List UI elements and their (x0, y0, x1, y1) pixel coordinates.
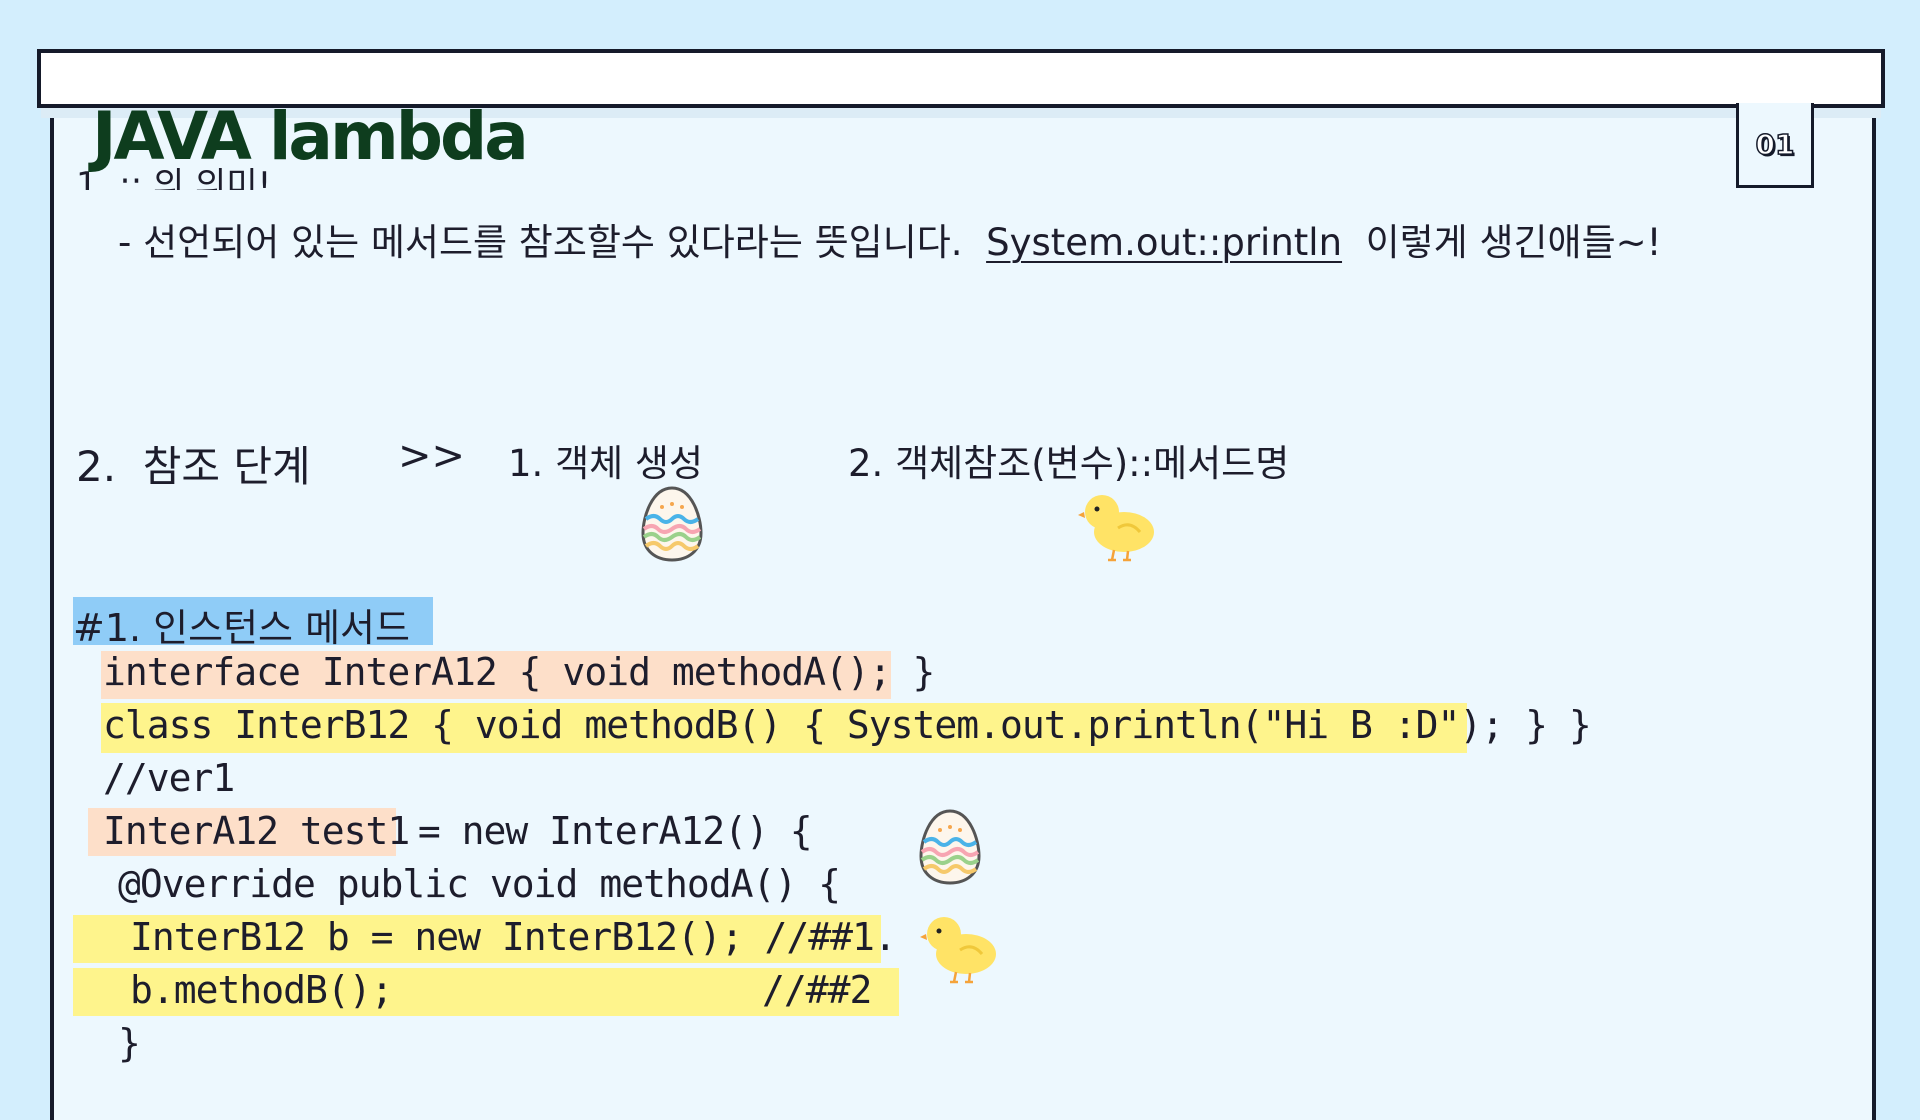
code-line-declaration: InterA12 test1 (103, 809, 410, 853)
easter-egg-icon (919, 809, 981, 885)
steps-arrow: >> (398, 433, 466, 479)
code-line-8: b.methodB(); (130, 968, 394, 1012)
definition-line: - 선언되어 있는 메서드를 참조할수 있다라는 뜻입니다. System.ou… (118, 212, 1661, 266)
code-line-comment: //ver1 (103, 756, 235, 800)
code-line-override: @Override public void methodA() { (118, 862, 841, 906)
step1-text: 1. 객체 생성 (508, 442, 703, 485)
code-line-class: class InterB12 { void methodB() { System… (103, 703, 1592, 747)
code-block-heading: #1. 인스턴스 메서드 (73, 606, 410, 650)
easter-egg-icon (641, 486, 703, 562)
code-line-7: InterB12 b = new InterB12(); //##1. (130, 915, 897, 959)
method-reference-example: System.out::println (986, 221, 1343, 264)
code-line-close-brace: } (118, 1021, 141, 1065)
section2-heading: 2. 참조 단계 (76, 442, 311, 491)
page-number-badge: 01 (1736, 103, 1814, 188)
chick-icon (920, 917, 996, 984)
code-line-8-comment: //##2 (762, 968, 872, 1012)
code-line-interface: interface InterA12 { void methodA(); } (103, 650, 935, 694)
page-title: JAVA lambda (92, 98, 529, 175)
definition-suffix: 이렇게 생긴애들~! (1365, 221, 1662, 264)
code-line-instantiation: = new InterA12() { (396, 809, 813, 853)
step2-text: 2. 객체참조(변수)::메서드명 (848, 442, 1290, 485)
definition-text: - 선언되어 있는 메서드를 참조할수 있다라는 뜻입니다. (118, 221, 963, 264)
chick-icon (1078, 495, 1154, 562)
